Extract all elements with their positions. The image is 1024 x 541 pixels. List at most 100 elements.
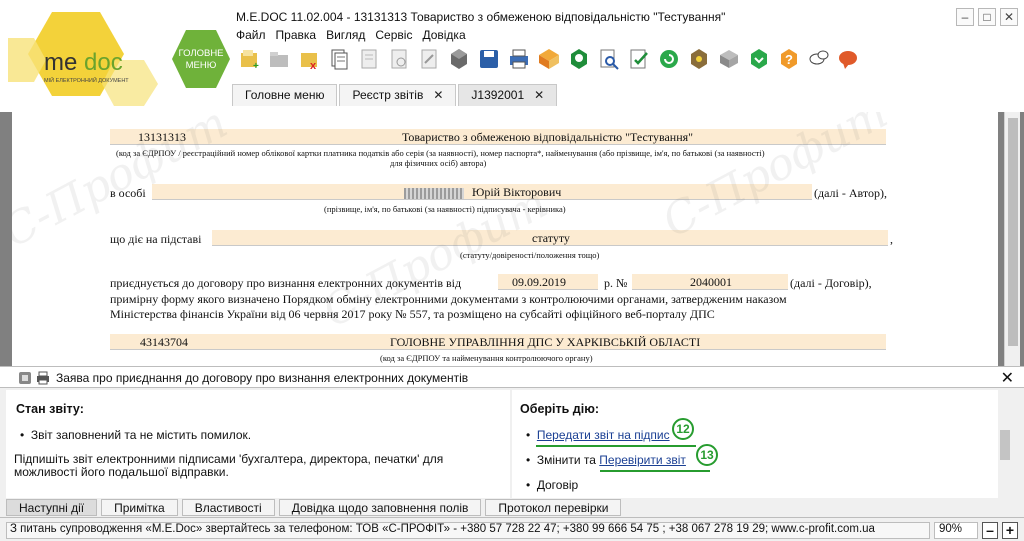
menu-bar: Файл Правка Вигляд Сервіс Довідка xyxy=(236,28,466,42)
contract-no-value: 2040001 xyxy=(690,275,732,289)
person-hint: (прізвище, ім'я, по батькові (за наявнос… xyxy=(324,204,566,214)
menu-file[interactable]: Файл xyxy=(236,28,266,42)
status-heading: Стан звіту: xyxy=(16,402,84,416)
basis-field[interactable]: статуту xyxy=(212,230,888,246)
person-suffix: (далі - Автор), xyxy=(814,186,887,200)
document-scrollbar[interactable] xyxy=(1004,112,1020,366)
minimize-button[interactable]: – xyxy=(956,8,974,26)
contract-date-field[interactable]: 09.09.2019 xyxy=(498,274,598,290)
close-report-button[interactable]: ✕ xyxy=(1001,368,1014,388)
cut-icon[interactable] xyxy=(416,46,441,71)
report-status-panel: Стан звіту: • Звіт заповнений та не міст… xyxy=(6,390,510,498)
person-field[interactable]: Юрій Вікторович xyxy=(152,184,812,200)
maximize-button[interactable]: □ xyxy=(978,8,996,26)
main-menu-button[interactable]: ГОЛОВНЕ МЕНЮ xyxy=(170,28,232,90)
tab-field-help[interactable]: Довідка щодо заповнення полів xyxy=(278,499,482,516)
menu-edit[interactable]: Правка xyxy=(276,28,317,42)
zoom-icon[interactable] xyxy=(596,46,621,71)
tab-j1392001[interactable]: J1392001 ✕ xyxy=(458,84,558,106)
save-icon[interactable] xyxy=(476,46,501,71)
close-icon[interactable]: ✕ xyxy=(534,88,544,106)
new-doc-icon[interactable]: + xyxy=(236,46,261,71)
tab-note[interactable]: Примітка xyxy=(101,499,178,516)
stamp-icon[interactable] xyxy=(18,371,32,385)
print-icon[interactable] xyxy=(506,46,531,71)
company-field[interactable]: 13131313 Товариство з обмеженою відповід… xyxy=(110,129,886,145)
company-hint: (код за ЄДРПОУ / реєстраційний номер обл… xyxy=(116,148,765,158)
contract-prefix: приєднується до договору про визнання ел… xyxy=(110,276,462,290)
report-header: Заява про приєднання до договору про виз… xyxy=(0,366,1024,388)
company-hint-2: для фізичних осіб) автора) xyxy=(390,158,487,168)
delete-doc-icon[interactable]: x xyxy=(296,46,321,71)
support-info: З питань супроводження «M.E.Doc» звертай… xyxy=(6,522,930,539)
highlight-underline xyxy=(536,445,696,447)
advice-line-1: Підпишіть звіт електронними підписами 'б… xyxy=(14,452,444,466)
send-for-signing-link[interactable]: Передати звіт на підпис xyxy=(537,428,670,442)
zoom-level[interactable]: 90% xyxy=(934,522,978,539)
zoom-in-button[interactable]: + xyxy=(1002,522,1018,539)
help-icon[interactable]: ? xyxy=(776,46,801,71)
chat-icon[interactable] xyxy=(806,46,831,71)
tab-label: Реєстр звітів xyxy=(352,88,424,102)
actions-panel: Оберіть дію: • Передати звіт на підпис 1… xyxy=(512,390,998,498)
svg-text:МІЙ ЕЛЕКТРОННИЙ ДОКУМЕНТ: МІЙ ЕЛЕКТРОННИЙ ДОКУМЕНТ xyxy=(44,76,129,84)
copy-doc-icon[interactable] xyxy=(326,46,351,71)
actions-scrollbar[interactable] xyxy=(998,390,1012,498)
settings-cubes-icon[interactable] xyxy=(446,46,471,71)
check-report-link[interactable]: Перевірити звіт xyxy=(599,453,686,467)
close-icon[interactable]: ✕ xyxy=(433,88,443,106)
step-badge-13: 13 xyxy=(696,444,718,466)
feedback-icon[interactable] xyxy=(836,46,861,71)
menu-service[interactable]: Сервіс xyxy=(375,28,412,42)
tab-check-log[interactable]: Протокол перевірки xyxy=(485,499,622,516)
print-icon[interactable] xyxy=(36,371,50,385)
window-title: M.E.DOC 11.02.004 - 13131313 Товариство … xyxy=(236,10,726,24)
authority-field[interactable]: 43143704 ГОЛОВНЕ УПРАВЛІННЯ ДПС У ХАРКІВ… xyxy=(110,334,886,350)
tab-bar: Головне меню Реєстр звітів ✕ J1392001 ✕ xyxy=(232,84,559,106)
edit-doc-icon[interactable] xyxy=(356,46,381,71)
find-icon[interactable] xyxy=(566,46,591,71)
check-icon[interactable] xyxy=(626,46,651,71)
bottom-tab-bar: Наступні дії Примітка Властивості Довідк… xyxy=(6,499,625,516)
contract-suffix: (далі - Договір), xyxy=(790,276,872,290)
send-envelope-icon[interactable] xyxy=(536,46,561,71)
download-icon[interactable] xyxy=(746,46,771,71)
contract-no-field[interactable]: 2040001 xyxy=(632,274,788,290)
menu-view[interactable]: Вигляд xyxy=(326,28,365,42)
toolbar: + x ? xyxy=(236,46,861,71)
open-folder-icon[interactable] xyxy=(266,46,291,71)
view-doc-icon[interactable] xyxy=(386,46,411,71)
highlight-underline xyxy=(600,470,710,472)
close-window-button[interactable]: ✕ xyxy=(1000,8,1018,26)
svg-text:x: x xyxy=(310,60,317,71)
action-item-check: • Змінити та Перевірити звіт xyxy=(526,453,686,467)
action-item-contract: • Дoговір xyxy=(526,478,579,492)
refresh-icon[interactable] xyxy=(656,46,681,71)
authority-code-value: 43143704 xyxy=(140,335,188,349)
tab-next-actions[interactable]: Наступні дії xyxy=(6,499,98,516)
change-and-prefix: Змінити та xyxy=(536,453,600,467)
svg-text:?: ? xyxy=(785,52,793,67)
paragraph-line-1: примірну форму якого визначено Порядком … xyxy=(110,292,787,306)
report-title: Заява про приєднання до договору про виз… xyxy=(56,371,469,385)
top-bar: me doc МІЙ ЕЛЕКТРОННИЙ ДОКУМЕНТ ГОЛОВНЕ … xyxy=(0,0,1024,112)
scrollbar-thumb[interactable] xyxy=(1000,430,1010,460)
status-bullet-text: Звіт заповнений та не містить помилок. xyxy=(30,428,252,442)
window-controls: – □ ✕ xyxy=(956,8,1018,26)
zoom-out-button[interactable]: – xyxy=(982,522,998,539)
person-name-value: Юрій Вікторович xyxy=(472,185,562,199)
medoc-logo[interactable]: me doc МІЙ ЕЛЕКТРОННИЙ ДОКУМЕНТ xyxy=(4,8,164,108)
tab-main-menu[interactable]: Головне меню xyxy=(232,84,338,106)
package-icon[interactable] xyxy=(716,46,741,71)
contract-action[interactable]: Дoговір xyxy=(537,478,578,492)
menu-help[interactable]: Довідка xyxy=(422,28,465,42)
tree-icon[interactable] xyxy=(686,46,711,71)
tab-reports-registry[interactable]: Реєстр звітів ✕ xyxy=(339,84,457,106)
basis-hint: (статуту/довіреності/положення тощо) xyxy=(460,250,600,260)
company-name-value: Товариство з обмеженою відповідальністю … xyxy=(402,130,694,144)
action-item-sign: • Передати звіт на підпис xyxy=(526,428,670,442)
tab-properties[interactable]: Властивості xyxy=(181,499,275,516)
actions-heading: Оберіть дію: xyxy=(520,402,600,416)
scrollbar-thumb[interactable] xyxy=(1008,118,1018,346)
authority-name-value: ГОЛОВНЕ УПРАВЛІННЯ ДПС У ХАРКІВСЬКІЙ ОБЛ… xyxy=(390,335,701,349)
